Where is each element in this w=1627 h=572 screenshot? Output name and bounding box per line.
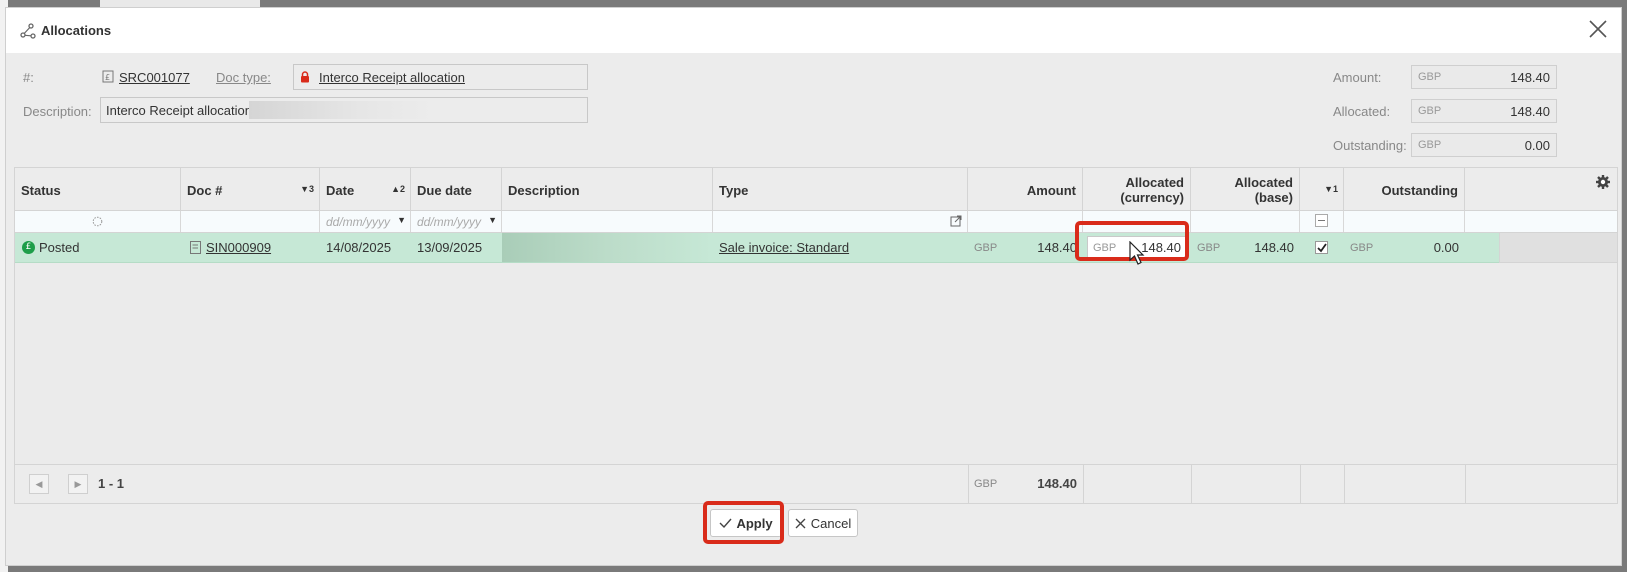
allocated-value: 148.40 — [1510, 104, 1550, 119]
indeterminate-checkbox[interactable] — [1315, 214, 1328, 227]
column-selected[interactable]: ▼1 — [1300, 168, 1344, 211]
cell-doc-no: SIN000909 — [181, 233, 320, 262]
filter-allocated-base[interactable] — [1191, 211, 1300, 232]
close-icon[interactable] — [1587, 18, 1609, 40]
doc-number-link[interactable]: SRC001077 — [119, 70, 190, 86]
external-link-icon[interactable] — [950, 215, 962, 227]
dialog-titlebar: Allocations — [6, 8, 1621, 53]
filter-date[interactable]: dd/mm/yyyy ▼ — [320, 211, 411, 232]
filter-row: dd/mm/yyyy ▼ dd/mm/yyyy ▼ — [15, 211, 1617, 233]
table-row[interactable]: £ Posted SIN000909 14/08/2025 13/09/2025… — [15, 233, 1499, 263]
column-due-date[interactable]: Due date — [411, 168, 502, 211]
allocations-dialog: Allocations #: £ SRC001077 Doc type: Int… — [5, 7, 1622, 566]
gear-icon[interactable] — [1595, 174, 1611, 190]
doc-type-value[interactable]: Interco Receipt allocation — [319, 70, 465, 86]
dialog-title: Allocations — [41, 23, 112, 38]
grid-header: Status Doc # ▼3 Date ▲2 Due date Descrip… — [15, 168, 1617, 211]
filter-outstanding[interactable] — [1344, 211, 1465, 232]
filter-type[interactable] — [713, 211, 968, 232]
filter-allocated-currency[interactable] — [1083, 211, 1191, 232]
posted-status-icon: £ — [22, 241, 35, 254]
redacted-description — [249, 101, 434, 119]
outstanding-value: 0.00 — [1524, 138, 1550, 153]
sort-indicator-doc-no: ▼3 — [300, 184, 314, 194]
cell-outstanding: GBP 0.00 — [1350, 240, 1459, 255]
column-settings — [1465, 168, 1617, 211]
checkmark-icon — [1317, 243, 1327, 253]
filter-selected[interactable] — [1300, 211, 1344, 232]
dropdown-arrow-icon[interactable]: ▼ — [488, 215, 497, 225]
allocations-icon — [20, 22, 36, 39]
cell-status: £ Posted — [15, 233, 181, 262]
cancel-label: Cancel — [810, 515, 852, 531]
page-range: 1 - 1 — [98, 476, 125, 491]
dropdown-arrow-icon[interactable]: ▼ — [397, 215, 406, 225]
mouse-cursor-icon — [1129, 241, 1145, 265]
receipt-doc-icon: £ — [102, 70, 114, 83]
total-amount: 148.40 — [1037, 476, 1077, 491]
doc-type-label[interactable]: Doc type: — [216, 70, 271, 86]
apply-button[interactable]: Apply — [710, 509, 782, 537]
amount-currency: GBP — [1418, 71, 1442, 83]
cell-date: 14/08/2025 — [326, 240, 392, 255]
grid-footer: ◀ ▶ 1 - 1 GBP 148.40 — [15, 464, 1617, 503]
cell-due-date: 13/09/2025 — [417, 240, 483, 255]
allocations-grid: Status Doc # ▼3 Date ▲2 Due date Descrip… — [14, 167, 1618, 504]
doc-type-field[interactable]: Interco Receipt allocation — [293, 64, 588, 90]
cell-selected — [1300, 233, 1344, 262]
amount-field: GBP 148.40 — [1411, 65, 1557, 89]
sort-indicator-date: ▲2 — [391, 184, 405, 194]
number-label: #: — [23, 70, 34, 85]
outstanding-label: Outstanding: — [1333, 138, 1407, 153]
allocated-label: Allocated: — [1333, 104, 1391, 119]
prev-page-button[interactable]: ◀ — [29, 474, 49, 494]
lock-icon — [301, 71, 309, 83]
cell-type: Sale invoice: Standard — [713, 233, 968, 262]
sort-indicator-selected: ▼1 — [1324, 184, 1338, 194]
column-amount[interactable]: Amount — [968, 168, 1083, 211]
spinner-icon — [92, 216, 103, 227]
close-icon — [795, 518, 806, 528]
column-outstanding[interactable]: Outstanding — [1344, 168, 1465, 211]
svg-text:£: £ — [105, 73, 110, 82]
filter-due-date[interactable]: dd/mm/yyyy ▼ — [411, 211, 502, 232]
cancel-button[interactable]: Cancel — [788, 509, 858, 537]
allocated-field: GBP 148.40 — [1411, 99, 1557, 123]
filter-amount[interactable] — [968, 211, 1083, 232]
column-status[interactable]: Status — [15, 168, 181, 211]
outstanding-currency: GBP — [1418, 139, 1442, 151]
column-doc-no[interactable]: Doc # ▼3 — [181, 168, 320, 211]
row-checkbox[interactable] — [1315, 241, 1328, 254]
column-allocated-currency[interactable]: Allocated (currency) — [1083, 168, 1191, 211]
description-label: Description: — [23, 104, 92, 119]
cell-allocated-base: GBP 148.40 — [1197, 240, 1294, 255]
filter-status[interactable] — [15, 211, 181, 232]
description-field[interactable]: Interco Receipt allocation — [100, 97, 588, 123]
column-type[interactable]: Type — [713, 168, 968, 211]
check-icon — [719, 518, 732, 528]
row-trailing-cell — [1499, 233, 1617, 263]
column-allocated-base[interactable]: Allocated (base) — [1191, 168, 1300, 211]
outstanding-field: GBP 0.00 — [1411, 133, 1557, 157]
description-value: Interco Receipt allocation — [106, 103, 252, 118]
next-page-button[interactable]: ▶ — [68, 474, 88, 494]
type-link[interactable]: Sale invoice: Standard — [719, 240, 849, 255]
column-date[interactable]: Date ▲2 — [320, 168, 411, 211]
cell-description-redacted — [502, 233, 713, 262]
filter-description[interactable] — [502, 211, 713, 232]
allocated-currency: GBP — [1418, 105, 1442, 117]
doc-no-link[interactable]: SIN000909 — [206, 240, 271, 255]
status-text: Posted — [39, 240, 80, 255]
column-description[interactable]: Description — [502, 168, 713, 211]
amount-value: 148.40 — [1510, 70, 1550, 85]
cell-amount: GBP 148.40 — [974, 240, 1077, 255]
amount-label: Amount: — [1333, 70, 1382, 85]
total-currency: GBP — [974, 478, 998, 490]
invoice-doc-icon — [190, 241, 201, 254]
apply-label: Apply — [736, 515, 773, 531]
filter-doc-no[interactable] — [181, 211, 320, 232]
